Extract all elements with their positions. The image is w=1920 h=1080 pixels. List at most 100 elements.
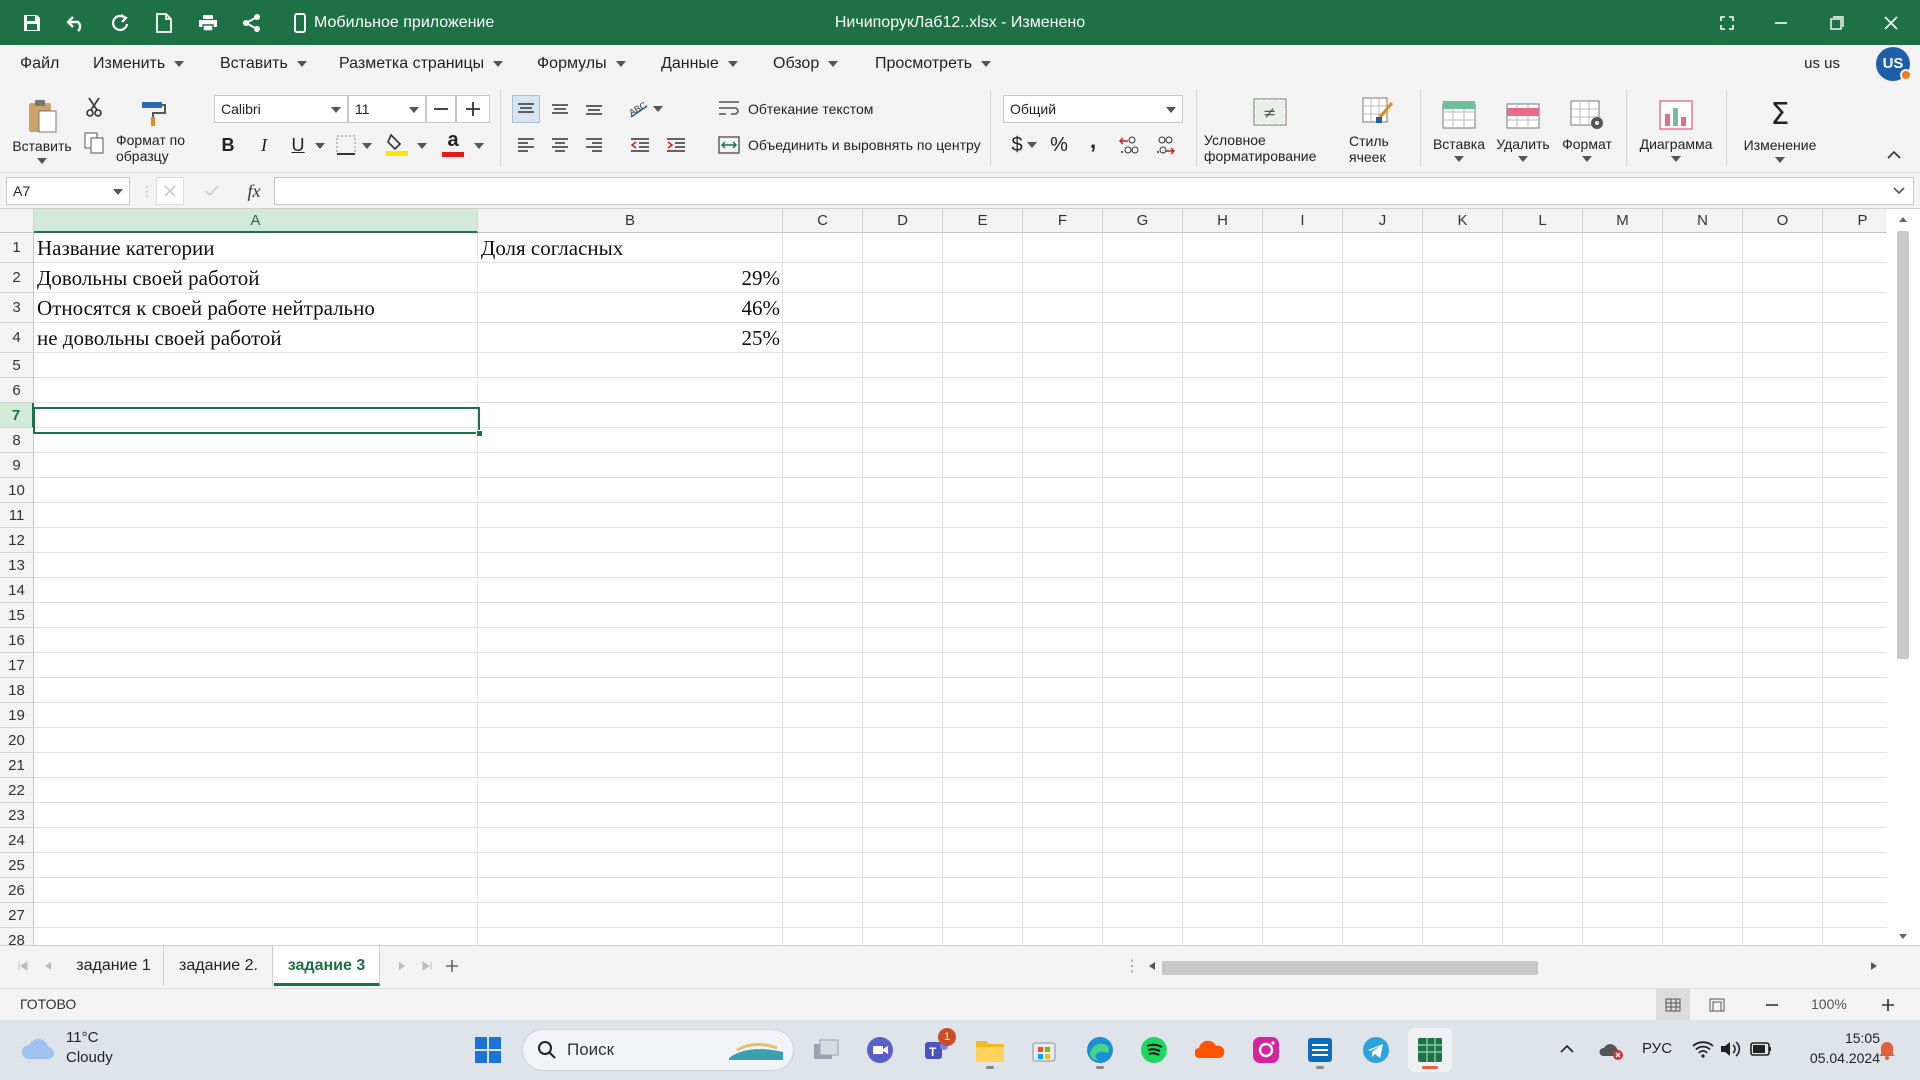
scroll-down-icon[interactable] [1898,933,1908,941]
close-icon[interactable] [1868,0,1914,45]
chevron-down-icon[interactable] [362,143,372,149]
new-file-icon[interactable] [142,0,186,45]
increase-decimal-button[interactable] [1114,131,1144,159]
column-header[interactable]: N [1663,209,1743,233]
editing-button[interactable]: Σ Изменение [1734,91,1826,171]
align-right-button[interactable] [580,131,608,159]
formula-input[interactable] [274,177,1914,205]
menu-file[interactable]: Файл [20,45,59,83]
soundcloud-icon[interactable] [1188,1028,1232,1072]
paste-button[interactable]: Вставить [12,91,72,171]
cell-A2[interactable]: Довольны своей работой [34,263,263,292]
spotify-icon[interactable] [1132,1028,1176,1072]
menu-review[interactable]: Обзор [773,45,839,83]
weather-widget[interactable]: 11°C Cloudy [20,1028,113,1068]
chevron-up-icon[interactable] [1560,1044,1574,1054]
cut-button[interactable] [80,95,108,119]
sheet-tab[interactable]: задание 1 [64,946,164,986]
save-icon[interactable] [10,0,54,45]
minimize-icon[interactable] [1758,0,1804,45]
redo-icon[interactable] [98,0,142,45]
zoom-in-icon[interactable] [1882,999,1894,1011]
column-header[interactable]: M [1583,209,1663,233]
row-header[interactable]: 13 [0,553,34,578]
avatar[interactable]: US [1876,47,1912,81]
sheet-tab[interactable]: задание 2. [165,946,273,986]
menu-insert[interactable]: Вставить [220,45,307,83]
cell-A3[interactable]: Относятся к своей работе нейтрально [34,293,378,322]
row-header[interactable]: 3 [0,293,34,323]
notification-bell-icon[interactable] [1878,1040,1896,1060]
first-sheet-icon[interactable] [18,961,28,971]
task-view-icon[interactable] [804,1028,848,1072]
row-header[interactable]: 12 [0,528,34,553]
onedrive-offline-icon[interactable] [1598,1040,1624,1060]
row-header[interactable]: 24 [0,828,34,853]
align-middle-button[interactable] [546,95,574,123]
row-header[interactable]: 9 [0,453,34,478]
row-header[interactable]: 2 [0,263,34,293]
selected-cell-highlight[interactable] [33,407,483,437]
row-header[interactable]: 26 [0,878,34,903]
restore-icon[interactable] [1814,0,1860,45]
cancel-entry-button[interactable] [156,177,184,205]
decrease-font-button[interactable] [426,95,456,123]
column-header[interactable]: A [34,209,478,233]
menu-data[interactable]: Данные [661,45,738,83]
row-header[interactable]: 14 [0,578,34,603]
page-layout-view-button[interactable] [1700,989,1734,1020]
currency-button[interactable]: $ [1004,131,1044,159]
teams-icon[interactable]: T 1 [914,1028,958,1072]
row-header[interactable]: 22 [0,778,34,803]
decrease-decimal-button[interactable] [1150,131,1180,159]
cell-A1[interactable]: Название категории [34,233,218,262]
row-header[interactable]: 17 [0,653,34,678]
cell-A4[interactable]: не довольны своей работой [34,323,285,352]
row-header[interactable]: 5 [0,353,34,378]
file-explorer-icon[interactable] [968,1028,1012,1072]
edge-icon[interactable] [1078,1028,1122,1072]
row-header[interactable]: 20 [0,728,34,753]
fullscreen-icon[interactable] [1704,0,1750,45]
share-icon[interactable] [230,0,274,45]
zoom-out-icon[interactable] [1766,1004,1778,1006]
battery-icon[interactable] [1750,1042,1772,1056]
orientation-button[interactable]: ABC [624,95,666,123]
telegram-icon[interactable] [1354,1028,1398,1072]
comma-style-button[interactable]: , [1082,127,1104,155]
insert-cells-button[interactable]: Вставка [1428,91,1490,171]
taskbar-search[interactable]: Поиск [522,1029,794,1071]
undo-icon[interactable] [54,0,98,45]
input-language[interactable]: РУС [1642,1040,1672,1057]
video-meet-icon[interactable] [858,1028,902,1072]
cell-B1[interactable]: Доля согласных [478,233,626,262]
row-header[interactable]: 27 [0,903,34,928]
cell-B4[interactable]: 25% [478,323,783,352]
row-header[interactable]: 8 [0,428,34,453]
conditional-format-button[interactable]: ≠ Условное форматирование [1204,91,1336,171]
chevron-down-icon[interactable] [474,143,484,149]
align-left-button[interactable] [512,131,540,159]
font-name-select[interactable]: Calibri [214,95,348,123]
column-header[interactable]: E [943,209,1023,233]
menu-view[interactable]: Просмотреть [875,45,992,83]
increase-font-button[interactable] [456,95,490,123]
volume-icon[interactable] [1720,1040,1742,1058]
clock[interactable]: 15:05 05.04.2024 [1790,1028,1880,1068]
row-header[interactable]: 23 [0,803,34,828]
chevron-down-icon[interactable] [417,143,427,149]
column-header[interactable]: J [1343,209,1423,233]
align-bottom-button[interactable] [580,95,608,123]
insert-function-button[interactable]: fx [240,177,268,205]
borders-button[interactable] [332,131,360,159]
bold-button[interactable]: B [214,131,242,159]
decrease-indent-button[interactable] [626,131,654,159]
menu-page-layout[interactable]: Разметка страницы [339,45,504,83]
row-header[interactable]: 10 [0,478,34,503]
row-header[interactable]: 7 [0,403,34,428]
spreadsheet-grid[interactable]: ABCDEFGHIJKLMNOP 1 2 3 4 5 6 7 8 9 10 11 12 13 14 15 16… [0,209,1887,945]
scroll-up-icon[interactable] [1898,215,1908,223]
fill-handle[interactable] [476,430,483,437]
instagram-icon[interactable] [1244,1028,1288,1072]
italic-button[interactable]: I [250,131,278,159]
